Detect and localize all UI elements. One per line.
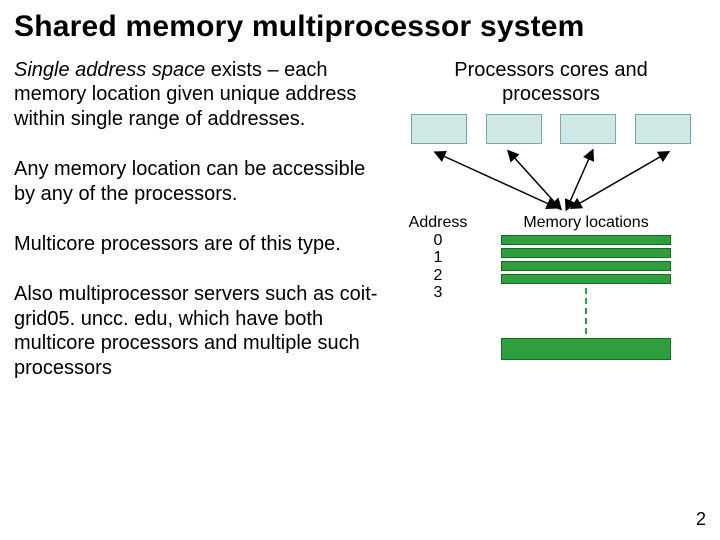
address-column: Address 0 1 2 3 [403, 214, 473, 302]
memory-row [501, 235, 671, 245]
address-label: Address [403, 214, 473, 232]
memory-row [501, 274, 671, 284]
content-area: Single address space exists – each memor… [0, 50, 720, 406]
memory-locations-label: Memory locations [473, 214, 699, 232]
ellipsis-dashed-line [585, 288, 587, 334]
address-0: 0 [403, 232, 473, 250]
address-1: 1 [403, 249, 473, 267]
paragraph-4: Also multiprocessor servers such as coit… [14, 282, 387, 380]
memory-area: Address 0 1 2 3 Memory locations [403, 214, 699, 360]
processor-box [560, 114, 616, 144]
left-column: Single address space exists – each memor… [14, 58, 399, 406]
memory-stack [473, 235, 699, 284]
p1-emphasis: Single address space [14, 59, 205, 81]
right-column: Processors cores and processors [399, 58, 699, 406]
processor-box [411, 114, 467, 144]
processor-box [486, 114, 542, 144]
memory-row [501, 248, 671, 258]
paragraph-2: Any memory location can be accessible by… [14, 157, 387, 206]
processor-box [635, 114, 691, 144]
arrows-svg [403, 148, 703, 212]
processor-row [403, 114, 699, 144]
memory-row [501, 261, 671, 271]
paragraph-3: Multicore processors are of this type. [14, 232, 387, 256]
address-2: 2 [403, 267, 473, 285]
memory-end-block [501, 338, 671, 360]
page-number: 2 [696, 509, 706, 530]
address-3: 3 [403, 284, 473, 302]
memory-column: Memory locations [473, 214, 699, 360]
paragraph-1: Single address space exists – each memor… [14, 58, 387, 131]
slide-title: Shared memory multiprocessor system [0, 0, 720, 50]
processors-label: Processors cores and processors [403, 58, 699, 106]
arrows-region [403, 148, 699, 212]
